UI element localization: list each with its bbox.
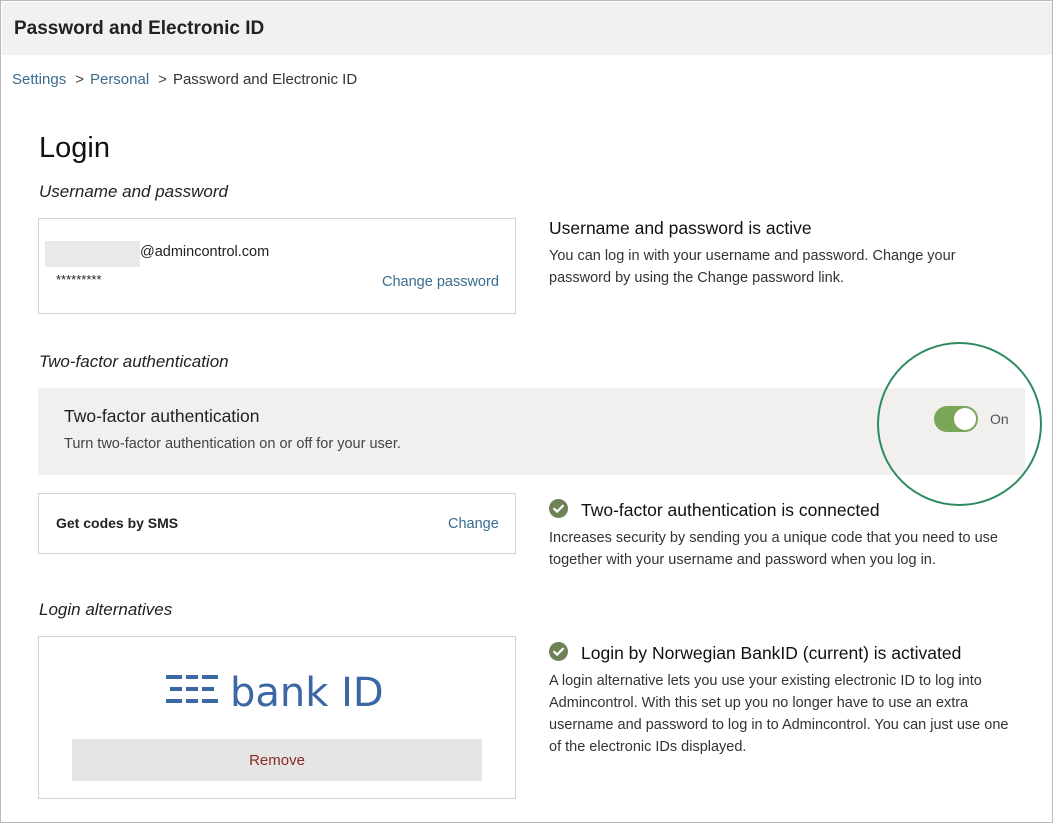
check-circle-icon xyxy=(549,499,568,518)
login-alternatives-heading: Login alternatives xyxy=(39,600,173,619)
sms-change-link[interactable]: Change xyxy=(448,516,499,532)
breadcrumb-separator: > xyxy=(75,71,84,88)
breadcrumb-settings[interactable]: Settings xyxy=(12,71,66,88)
bankid-logo: bank ID xyxy=(166,671,384,715)
remove-bankid-button[interactable]: Remove xyxy=(72,739,482,781)
sms-codes-label: Get codes by SMS xyxy=(56,515,179,531)
breadcrumb: Settings > Personal > Password and Electroni… xyxy=(12,71,357,88)
bankid-activated-title: Login by Norwegian BankID (current) is a… xyxy=(581,643,962,663)
bankid-card: bank ID Remove xyxy=(38,636,516,799)
breadcrumb-separator: > xyxy=(158,71,167,88)
highlight-ring xyxy=(877,342,1042,506)
two-factor-bar-description: Turn two-factor authentication on or off… xyxy=(64,436,401,452)
bankid-activated-description: A login alternative lets you use your ex… xyxy=(549,673,1009,755)
change-password-link[interactable]: Change password xyxy=(382,274,499,290)
page-header: Password and Electronic ID xyxy=(2,2,1052,55)
page-header-title: Password and Electronic ID xyxy=(14,18,265,39)
username-active-title: Username and password is active xyxy=(549,218,812,238)
two-factor-connected-title: Two-factor authentication is connected xyxy=(581,500,880,520)
breadcrumb-personal[interactable]: Personal xyxy=(90,71,149,88)
two-factor-bar-title: Two-factor authentication xyxy=(64,406,260,426)
login-title: Login xyxy=(39,132,110,164)
username-password-card: @admincontrol.com ********* Change passw… xyxy=(38,218,516,314)
check-circle-icon xyxy=(549,642,568,661)
username-active-description: You can log in with your username and pa… xyxy=(549,248,956,286)
masked-username xyxy=(45,241,140,267)
two-factor-heading: Two-factor authentication xyxy=(39,352,229,371)
bankid-logo-text: bank ID xyxy=(230,671,384,715)
username-password-heading: Username and password xyxy=(39,182,228,201)
app-window: Password and Electronic ID Settings > Pers… xyxy=(0,0,1053,823)
sms-codes-card: Get codes by SMS Change xyxy=(38,493,516,554)
email-domain: @admincontrol.com xyxy=(140,244,270,260)
breadcrumb-current: Password and Electronic ID xyxy=(172,71,358,88)
two-factor-connected-description: Increases security by sending you a uniq… xyxy=(549,530,998,568)
password-mask: ********* xyxy=(56,272,102,287)
